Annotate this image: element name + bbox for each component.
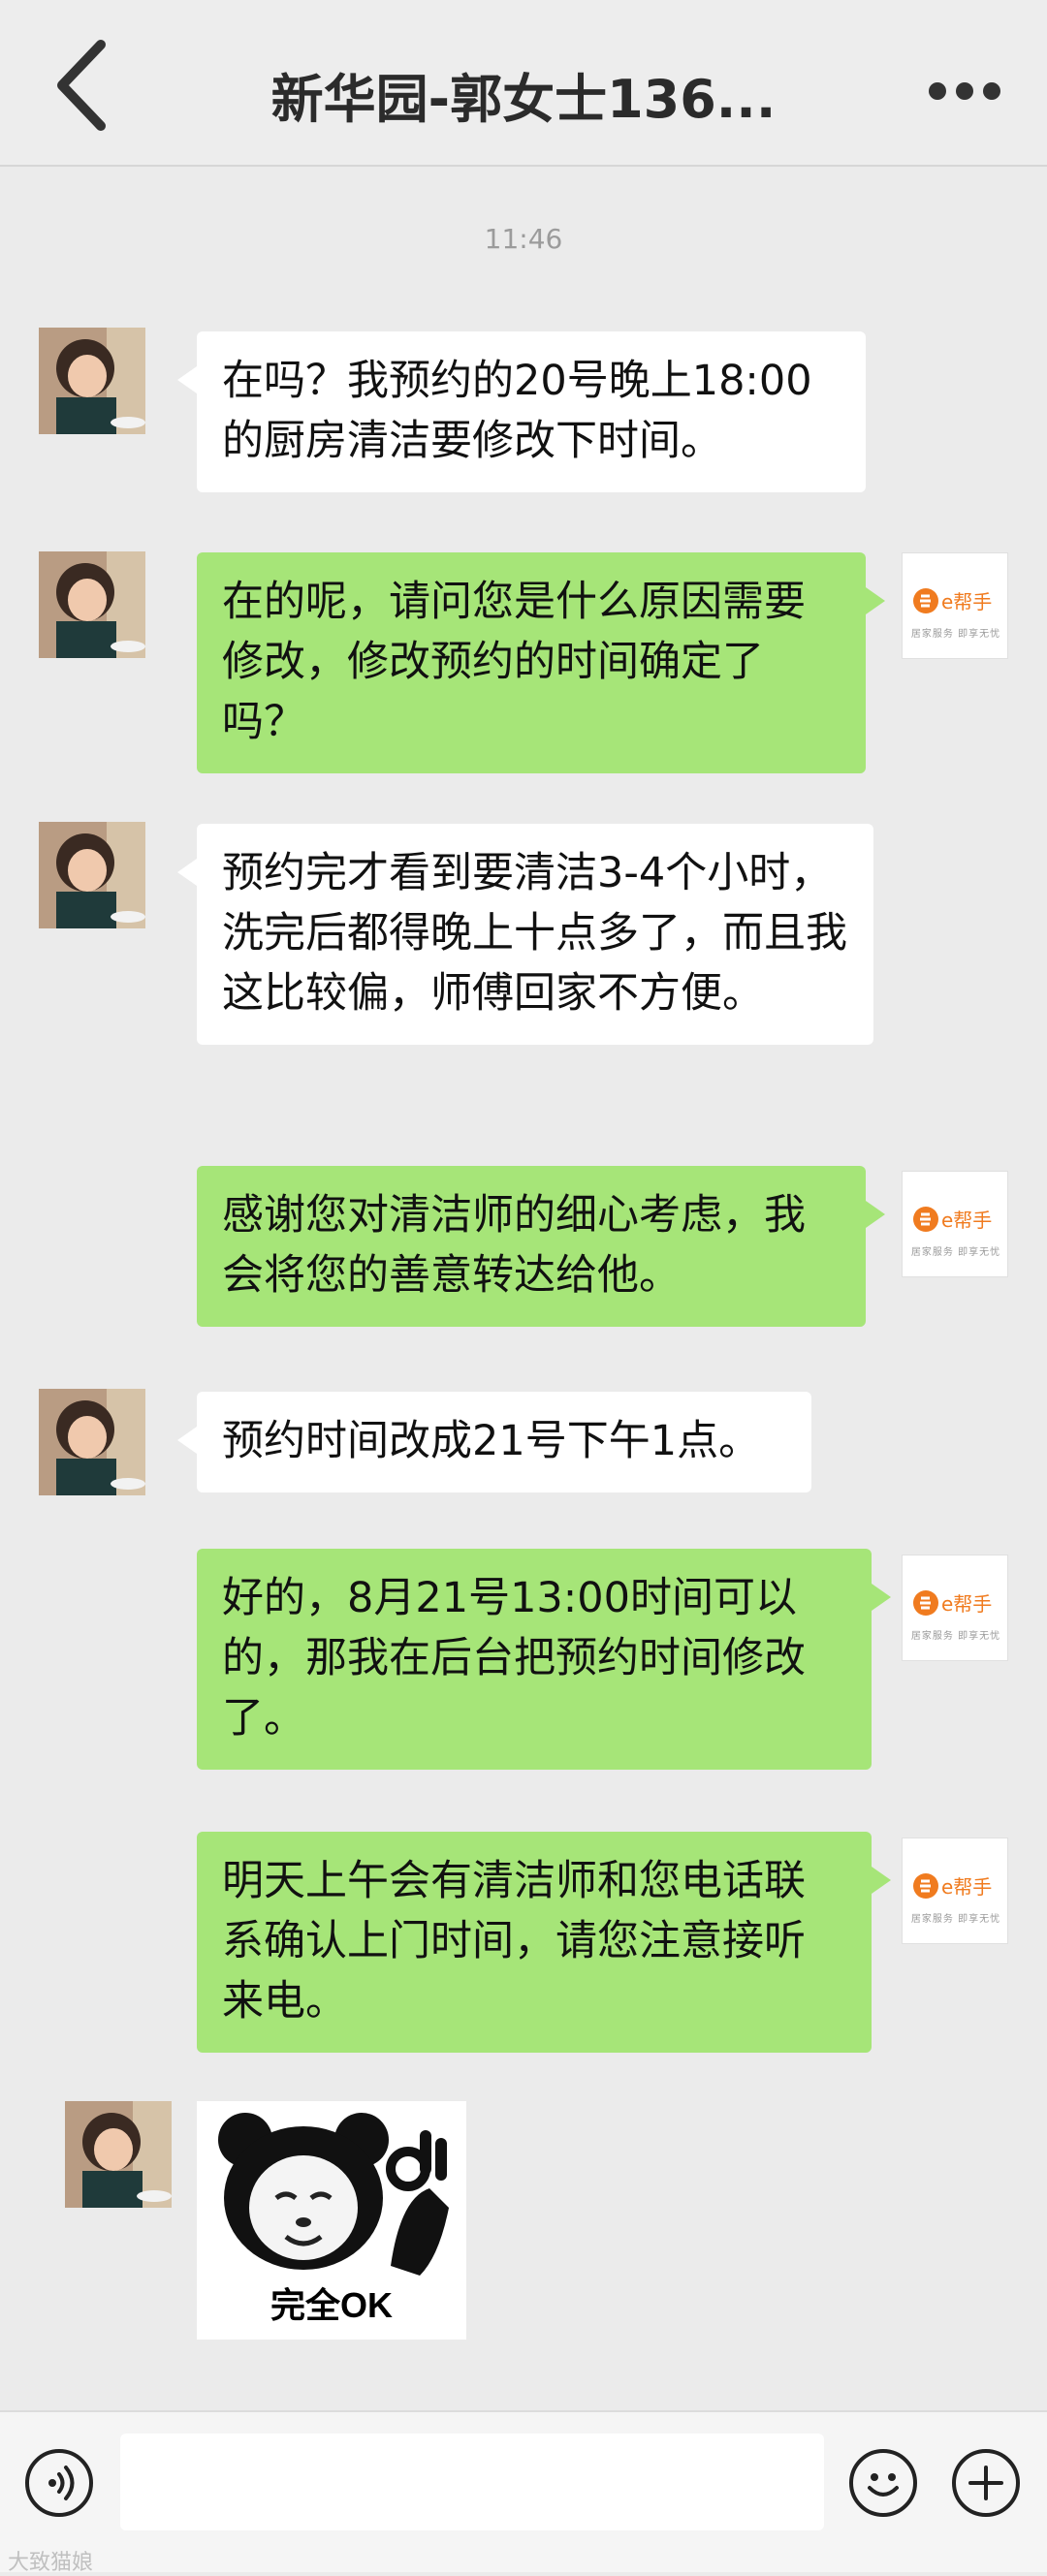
message-bubble[interactable]: 感谢您对清洁师的细心考虑，我会将您的善意转达给他。 bbox=[197, 1166, 885, 1327]
emoji-icon bbox=[868, 2473, 899, 2497]
brand-avatar[interactable]: e帮手 居家服务 即享无忧 bbox=[902, 552, 1008, 659]
brand-avatar[interactable]: e帮手 居家服务 即享无忧 bbox=[902, 1171, 1008, 1277]
message-timestamp: 11:46 bbox=[484, 223, 563, 255]
message-bubble[interactable]: 预约时间改成21号下午1点。 bbox=[177, 1392, 811, 1492]
plus-icon bbox=[968, 2466, 1003, 2500]
message-bubble[interactable]: 预约完才看到要清洁3-4个小时，洗完后都得晚上十点多了，而且我这比较偏，师傅回家… bbox=[177, 824, 873, 1045]
brand-tagline: 居家服务 即享无忧 bbox=[910, 1247, 1001, 1258]
sticker-message[interactable]: 完全OK bbox=[197, 2101, 466, 2340]
brand-tagline: 居家服务 即享无忧 bbox=[910, 1914, 1001, 1925]
watermark: 大致猫娘 bbox=[8, 2551, 94, 2575]
svg-text:e帮手: e帮手 bbox=[941, 1592, 992, 1616]
voice-icon bbox=[48, 2466, 75, 2500]
voice-button[interactable] bbox=[25, 2449, 93, 2517]
brand-logo-icon: e帮手 bbox=[913, 588, 992, 613]
user-photo-icon bbox=[39, 551, 145, 658]
user-avatar[interactable] bbox=[65, 2101, 172, 2208]
brand-avatar[interactable]: e帮手 居家服务 即享无忧 bbox=[902, 1838, 1008, 1944]
user-photo-icon bbox=[65, 2101, 172, 2208]
sticker-caption: 完全OK bbox=[270, 2285, 393, 2325]
chevron-left-icon bbox=[57, 40, 106, 131]
brand-avatar[interactable]: e帮手 居家服务 即享无忧 bbox=[902, 1555, 1008, 1661]
message-bubble[interactable]: 在吗？我预约的20号晚上18:00的厨房清洁要修改下时间。 bbox=[177, 331, 866, 492]
brand-logo-icon: e帮手 bbox=[913, 1207, 992, 1232]
brand-logo-icon: e帮手 bbox=[913, 1590, 992, 1616]
brand-tagline: 居家服务 即享无忧 bbox=[910, 629, 1001, 640]
user-photo-icon bbox=[39, 328, 145, 434]
message-input[interactable] bbox=[120, 2434, 824, 2530]
back-button[interactable] bbox=[39, 31, 126, 138]
input-bar bbox=[0, 2410, 1047, 2572]
emoji-button[interactable] bbox=[849, 2449, 917, 2517]
svg-text:e帮手: e帮手 bbox=[941, 590, 992, 613]
chat-header: 新华园-郭女士136... bbox=[0, 0, 1047, 167]
chat-title: 新华园-郭女士136... bbox=[270, 69, 777, 130]
message-bubble[interactable]: 明天上午会有清洁师和您电话联系确认上门时间，请您注意接听来电。 bbox=[197, 1832, 891, 2053]
message-bubble[interactable]: 好的，8月21号13:00时间可以的，那我在后台把预约时间修改了。 bbox=[197, 1549, 891, 1770]
more-dots-icon bbox=[929, 82, 946, 100]
brand-tagline: 居家服务 即享无忧 bbox=[910, 1631, 1001, 1642]
more-button[interactable] bbox=[911, 53, 1018, 121]
user-photo-icon bbox=[39, 1389, 145, 1495]
brand-logo-icon: e帮手 bbox=[913, 1873, 992, 1899]
user-avatar[interactable] bbox=[39, 551, 145, 658]
user-avatar[interactable] bbox=[39, 328, 145, 434]
user-photo-icon bbox=[39, 822, 145, 928]
user-avatar[interactable] bbox=[39, 1389, 145, 1495]
message-bubble[interactable]: 在的呢，请问您是什么原因需要修改，修改预约的时间确定了吗？ bbox=[197, 552, 885, 773]
panda-ok-sticker-icon bbox=[218, 2113, 449, 2276]
user-avatar[interactable] bbox=[39, 822, 145, 928]
svg-text:e帮手: e帮手 bbox=[941, 1209, 992, 1232]
add-button[interactable] bbox=[952, 2449, 1020, 2517]
svg-text:e帮手: e帮手 bbox=[941, 1875, 992, 1899]
